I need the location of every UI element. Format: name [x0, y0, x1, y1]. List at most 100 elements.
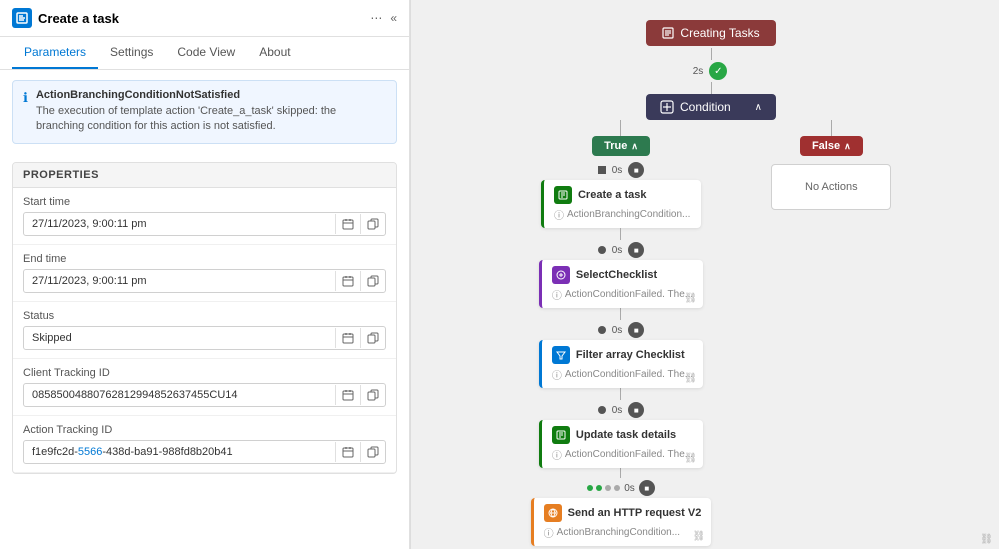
- panel-header: Create a task ⋯ «: [0, 0, 409, 37]
- status-value: Skipped: [24, 327, 335, 349]
- start-time-value: 27/11/2023, 9:00:11 pm: [24, 213, 335, 235]
- timing-2s: 2s: [693, 66, 704, 77]
- action-tracking-input: f1e9fc2d-5566-438d-ba91-988fd8b20b41: [23, 440, 386, 464]
- flow-nodes: Creating Tasks 2s ✓ Condition ∧: [431, 20, 991, 546]
- start-time-field: Start time 27/11/2023, 9:00:11 pm: [13, 188, 396, 245]
- status-icon-btn1[interactable]: [336, 328, 360, 348]
- start-time-input: 27/11/2023, 9:00:11 pm: [23, 212, 386, 236]
- alert-icon: ℹ: [23, 90, 28, 135]
- action-tracking-copy-btn[interactable]: [360, 442, 385, 462]
- status-icons: [335, 328, 385, 348]
- action-tracking-label: Action Tracking ID: [23, 424, 386, 436]
- link-icon-4: ⛓: [684, 453, 697, 464]
- info-icon-4: ⓘ: [552, 447, 562, 462]
- end-time-copy-btn[interactable]: [360, 271, 385, 291]
- select-checklist-wrapper: 0s ■ SelectChecklist ⓘ: [539, 228, 703, 308]
- update-task-node[interactable]: Update task details ⓘ ActionConditionFai…: [539, 420, 703, 468]
- sh-icon: [544, 504, 562, 522]
- top-connector: 2s ✓: [693, 48, 730, 94]
- start-time-copy-btn[interactable]: [360, 214, 385, 234]
- stop-btn-1: ■: [628, 162, 644, 178]
- dot-green: [587, 485, 593, 491]
- true-branch: True ∧ 0s ■: [531, 120, 712, 546]
- true-label: True: [604, 140, 627, 152]
- start-time-label: Start time: [23, 196, 386, 208]
- alert-title: ActionBranchingConditionNotSatisfied: [36, 89, 386, 101]
- action-tracking-icon-btn1[interactable]: [336, 442, 360, 462]
- status-label: Status: [23, 310, 386, 322]
- tab-about[interactable]: About: [247, 37, 302, 69]
- create-task-wrapper: 0s ■ Create a task ⓘ: [541, 160, 701, 228]
- condition-inner: Condition: [660, 100, 731, 114]
- timing-dot-3: [598, 326, 606, 334]
- false-label: False: [812, 140, 840, 152]
- multi-dots: [587, 485, 620, 491]
- tab-code-view[interactable]: Code View: [165, 37, 247, 69]
- tab-settings[interactable]: Settings: [98, 37, 165, 69]
- sh-title: Send an HTTP request V2: [568, 507, 702, 519]
- send-http-wrapper: 0s ■ Send an HTTP request V2 ⓘ: [531, 468, 712, 546]
- filter-array-node[interactable]: Filter array Checklist ⓘ ActionCondition…: [539, 340, 703, 388]
- fa-header: Filter array Checklist: [552, 346, 693, 364]
- alert-box: ℹ ActionBranchingConditionNotSatisfied T…: [12, 80, 397, 144]
- end-time-calendar-btn[interactable]: [336, 271, 360, 291]
- end-time-field: End time 27/11/2023, 9:00:11 pm: [13, 245, 396, 302]
- timing-0s-2: 0s ■: [598, 242, 645, 258]
- send-http-node[interactable]: Send an HTTP request V2 ⓘ ActionBranchin…: [531, 498, 712, 546]
- true-branch-top-line: [620, 120, 621, 136]
- start-time-calendar-btn[interactable]: [336, 214, 360, 234]
- creating-tasks-node[interactable]: Creating Tasks: [646, 20, 775, 46]
- false-chevron: ∧: [844, 141, 851, 152]
- create-task-icon: [554, 186, 572, 204]
- info-icon-5: ⓘ: [544, 525, 554, 540]
- create-task-node[interactable]: Create a task ⓘ ActionBranchingCondition…: [541, 180, 701, 228]
- true-branch-header[interactable]: True ∧: [592, 136, 650, 156]
- client-tracking-icon-btn1[interactable]: [336, 385, 360, 405]
- stop-btn-5: ■: [639, 480, 655, 496]
- timing-0s-5: 0s ■: [587, 480, 655, 496]
- end-time-input: 27/11/2023, 9:00:11 pm: [23, 269, 386, 293]
- filter-array-wrapper: 0s ■ Filter array Checklist ⓘ: [539, 308, 703, 388]
- status-field: Status Skipped: [13, 302, 396, 359]
- sh-subtitle-text: ActionBranchingCondition...: [557, 527, 680, 538]
- fa-title: Filter array Checklist: [576, 349, 685, 361]
- left-panel: Create a task ⋯ « Parameters Settings Co…: [0, 0, 410, 549]
- more-icon[interactable]: ⋯: [370, 11, 382, 25]
- action-tracking-icons: [335, 442, 385, 462]
- panel-actions[interactable]: ⋯ «: [370, 11, 397, 25]
- flow-canvas[interactable]: Creating Tasks 2s ✓ Condition ∧: [411, 0, 999, 549]
- task-icon: [12, 8, 32, 28]
- sc-subtitle: ⓘ ActionConditionFailed. The...: [552, 287, 693, 302]
- timing-label-1: 0s: [612, 165, 623, 176]
- properties-header: PROPERTIES: [13, 163, 396, 188]
- create-task-subtitle-text: ActionBranchingCondition...: [567, 209, 690, 220]
- link-icon-3: ⛓: [684, 373, 697, 384]
- sh-subtitle: ⓘ ActionBranchingCondition...: [544, 525, 702, 540]
- tab-parameters[interactable]: Parameters: [12, 37, 98, 69]
- ut-icon: [552, 426, 570, 444]
- creating-tasks-label: Creating Tasks: [680, 26, 759, 40]
- timing-row-1: 2s ✓: [693, 60, 730, 82]
- collapse-icon[interactable]: «: [390, 11, 397, 25]
- sh-header: Send an HTTP request V2: [544, 504, 702, 522]
- properties-section: PROPERTIES Start time 27/11/2023, 9:00:1…: [12, 162, 397, 474]
- condition-chevron[interactable]: ∧: [755, 102, 762, 113]
- false-branch-top-line: [831, 120, 832, 136]
- connector-line-2: [711, 82, 712, 94]
- timing-dot-2: [598, 246, 606, 254]
- condition-label: Condition: [680, 100, 731, 114]
- status-copy-btn[interactable]: [360, 328, 385, 348]
- false-branch-header[interactable]: False ∧: [800, 136, 863, 156]
- client-tracking-copy-btn[interactable]: [360, 385, 385, 405]
- status-input: Skipped: [23, 326, 386, 350]
- link-icon-2: ⛓: [684, 293, 697, 304]
- condition-node[interactable]: Condition ∧: [646, 94, 776, 120]
- timing-dot-1: [598, 166, 606, 174]
- end-time-value: 27/11/2023, 9:00:11 pm: [24, 270, 335, 292]
- info-icon-3: ⓘ: [552, 367, 562, 382]
- select-checklist-node[interactable]: SelectChecklist ⓘ ActionConditionFailed.…: [539, 260, 703, 308]
- sc-header: SelectChecklist: [552, 266, 693, 284]
- client-tracking-label: Client Tracking ID: [23, 367, 386, 379]
- stop-btn-3: ■: [628, 322, 644, 338]
- fa-line1: [620, 308, 621, 320]
